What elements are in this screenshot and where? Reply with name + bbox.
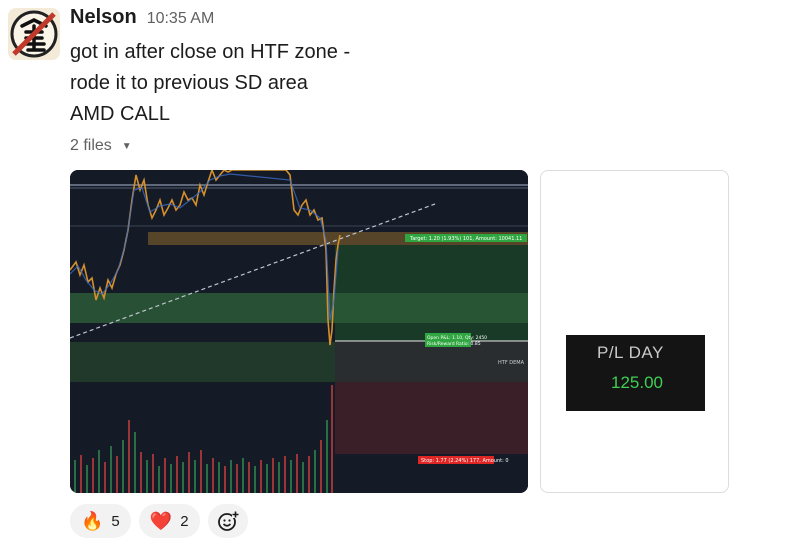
reaction-count: 2 (180, 512, 189, 530)
avatar-kanji-icon (10, 10, 58, 58)
add-reaction-icon (217, 511, 239, 531)
avatar[interactable] (8, 8, 60, 60)
target-label: Target: 1.20 (1.93%) 101, Amount: 10041.… (409, 236, 522, 242)
reactions-bar: 🔥 5 ❤️ 2 (70, 504, 248, 538)
heart-icon: ❤️ (149, 511, 173, 531)
pl-panel: P/L DAY 125.00 (566, 335, 705, 411)
trading-chart: Target: 1.20 (1.93%) 101, Amount: 10041.… (70, 170, 528, 493)
caret-down-icon: ▼ (121, 140, 132, 152)
author-name[interactable]: Nelson (70, 6, 137, 29)
pl-title: P/L DAY (597, 343, 664, 362)
demand-zone-upper (70, 293, 528, 323)
message-text: got in after close on HTF zone - rode it… (70, 37, 350, 130)
timestamp[interactable]: 10:35 AM (147, 10, 215, 28)
message-line: rode it to previous SD area (70, 72, 308, 94)
pl-screenshot-attachment[interactable]: P/L DAY 125.00 (540, 170, 729, 493)
stop-label: Stop: 1.77 (2.24%) 177, Amount: 0 (421, 458, 509, 464)
message-line: got in after close on HTF zone - (70, 41, 351, 63)
risk-reward-label: Risk/Reward Ratio: 0.85 (427, 341, 481, 347)
files-toggle[interactable]: 2 files ▼ (70, 137, 132, 155)
reaction-count: 5 (111, 512, 120, 530)
pl-value: 125.00 (611, 373, 663, 392)
chart-screenshot-attachment[interactable]: Target: 1.20 (1.93%) 101, Amount: 10041.… (70, 170, 528, 493)
loss-zone (335, 382, 528, 454)
entry-label: Open P&L: 1.10, Qty: 2450 (427, 335, 487, 341)
files-count-label: 2 files (70, 137, 112, 154)
reaction-fire[interactable]: 🔥 5 (70, 504, 131, 538)
fire-icon: 🔥 (81, 511, 104, 531)
zone-label: HTF DEMA (498, 360, 525, 366)
reaction-heart[interactable]: ❤️ 2 (138, 504, 200, 538)
message-header: Nelson 10:35 AM (70, 6, 214, 29)
message-line: AMD CALL (70, 103, 171, 125)
add-reaction-button[interactable] (207, 504, 248, 538)
